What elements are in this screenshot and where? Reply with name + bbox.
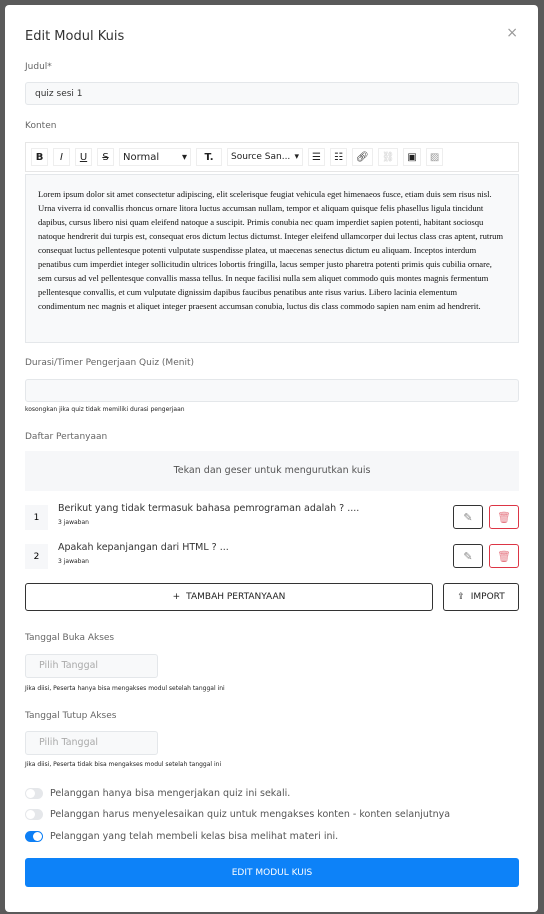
upload-icon: ⇪ — [457, 592, 465, 602]
durasi-input[interactable] — [25, 379, 519, 402]
edit-modul-submit-button[interactable]: EDIT MODUL KUIS — [25, 858, 519, 887]
italic-button[interactable]: I — [53, 148, 70, 166]
toggle-label: Pelanggan harus menyelesaikan quiz untuk… — [50, 809, 451, 820]
content-editor[interactable]: Lorem ipsum dolor sit amet consectetur a… — [25, 174, 519, 343]
tutup-date-input[interactable]: Pilih Tanggal — [25, 731, 158, 755]
format-value: Normal — [123, 151, 160, 163]
font-family-select[interactable]: Source San... ▾ — [227, 148, 303, 166]
font-size-select[interactable]: T. — [196, 148, 222, 166]
question-text: Apakah kepanjangan dari HTML ? ... — [58, 542, 229, 553]
judul-label: Judul* — [25, 62, 52, 72]
konten-label: Konten — [25, 121, 57, 131]
question-row[interactable]: 2 Apakah kepanjangan dari HTML ? ... 3 j… — [25, 542, 519, 570]
toggle-switch[interactable] — [25, 809, 43, 820]
image-icon[interactable]: ▨ — [425, 148, 444, 166]
font-value: Source San... — [231, 152, 291, 162]
modal-title: Edit Modul Kuis — [25, 29, 125, 44]
strike-button[interactable]: S — [97, 148, 114, 166]
underline-button[interactable]: U — [75, 148, 92, 166]
edit-icon[interactable]: ✎ — [453, 544, 483, 568]
unlink-icon[interactable]: ⛓︎ — [377, 148, 399, 166]
question-answers-count: 3 jawaban — [58, 519, 89, 526]
text-size-icon: T. — [204, 151, 214, 163]
bold-button[interactable]: B — [31, 148, 48, 166]
toggle-switch[interactable] — [25, 831, 43, 842]
tutup-help: Jika diisi, Peserta tidak bisa mengakses… — [25, 761, 222, 768]
tutup-label: Tanggal Tutup Akses — [25, 711, 117, 721]
question-text: Berikut yang tidak termasuk bahasa pemro… — [58, 503, 360, 514]
buka-label: Tanggal Buka Akses — [25, 633, 115, 643]
add-question-label: TAMBAH PERTANYAAN — [186, 592, 286, 602]
bullet-list-icon[interactable]: ☰ — [308, 148, 325, 166]
toggle-label: Pelanggan yang telah membeli kelas bisa … — [50, 831, 339, 842]
question-number: 2 — [25, 544, 48, 569]
editor-toolbar: B I U S Normal ▾ T. Source San... ▾ ☰ ☷ 🔗︎… — [25, 142, 519, 172]
question-row[interactable]: 1 Berikut yang tidak termasuk bahasa pem… — [25, 503, 519, 531]
close-icon[interactable]: × — [506, 25, 518, 41]
trash-icon[interactable]: 🗑︎ — [489, 505, 519, 529]
ordered-list-icon[interactable]: ☷ — [330, 148, 347, 166]
buka-help: Jika diisi, Peserta hanya bisa mengakses… — [25, 685, 225, 692]
trash-icon[interactable]: 🗑︎ — [489, 544, 519, 568]
toggle-switch[interactable] — [25, 788, 43, 799]
format-select[interactable]: Normal ▾ — [119, 148, 191, 166]
import-label: IMPORT — [470, 592, 505, 602]
plus-icon: + — [172, 592, 181, 602]
edit-icon[interactable]: ✎ — [453, 505, 483, 529]
add-question-button[interactable]: + TAMBAH PERTANYAAN — [25, 583, 433, 611]
question-number: 1 — [25, 505, 48, 530]
sort-hint: Tekan dan geser untuk mengurutkan kuis — [25, 451, 519, 491]
durasi-help: kosongkan jika quiz tidak memiliki duras… — [25, 406, 185, 413]
chevron-down-icon: ▾ — [294, 152, 299, 162]
import-button[interactable]: ⇪ IMPORT — [443, 583, 519, 611]
judul-input[interactable]: quiz sesi 1 — [25, 82, 519, 105]
buka-date-input[interactable]: Pilih Tanggal — [25, 654, 158, 678]
toggle-label: Pelanggan hanya bisa mengerjakan quiz in… — [50, 788, 291, 799]
embed-icon[interactable]: ▣ — [403, 148, 421, 166]
pertanyaan-label: Daftar Pertanyaan — [25, 432, 108, 442]
link-icon[interactable]: 🔗︎ — [352, 148, 373, 166]
toggle-lihat-materi[interactable]: Pelanggan yang telah membeli kelas bisa … — [25, 831, 338, 842]
question-answers-count: 3 jawaban — [58, 558, 89, 565]
toggle-sekali[interactable]: Pelanggan hanya bisa mengerjakan quiz in… — [25, 788, 290, 799]
toggle-selesaikan[interactable]: Pelanggan harus menyelesaikan quiz untuk… — [25, 809, 450, 820]
edit-modul-modal: Edit Modul Kuis × Judul* quiz sesi 1 Kon… — [5, 5, 538, 912]
chevron-down-icon: ▾ — [181, 151, 187, 163]
durasi-label: Durasi/Timer Pengerjaan Quiz (Menit) — [25, 358, 194, 368]
